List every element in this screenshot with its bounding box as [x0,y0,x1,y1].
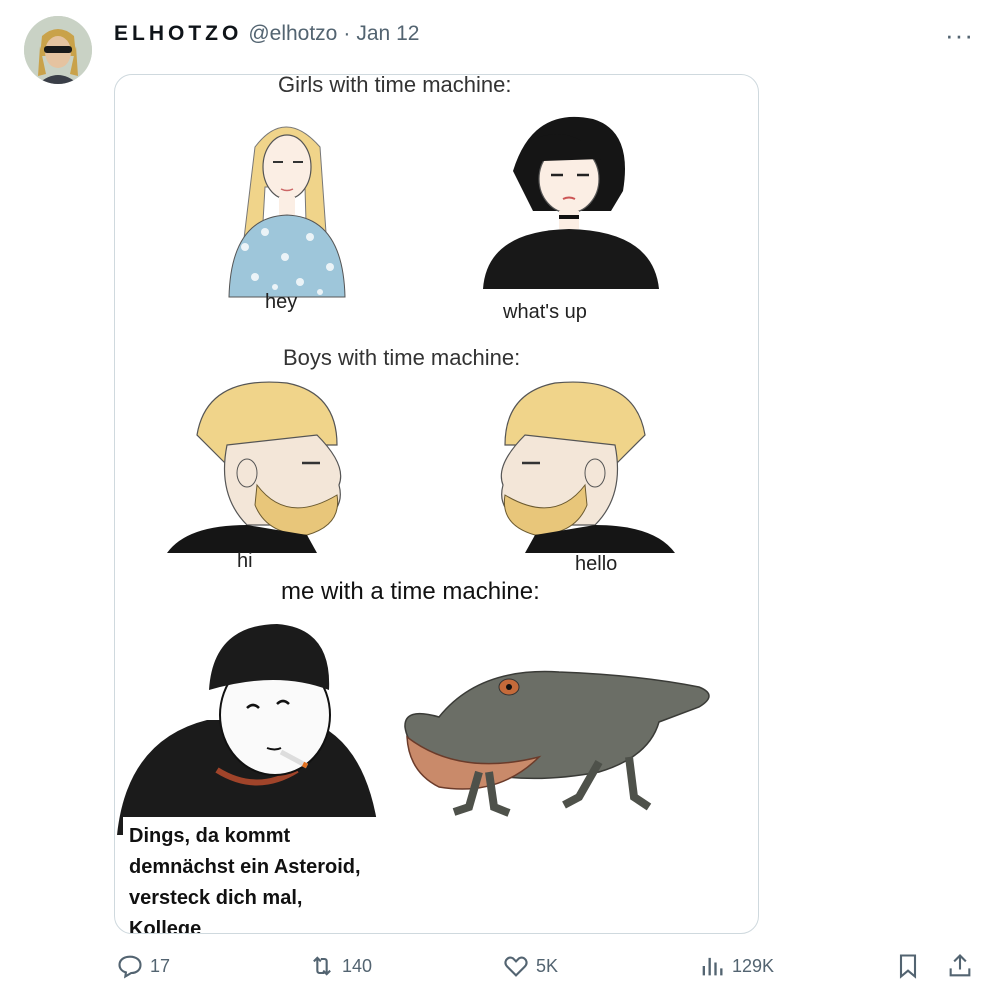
views-icon [702,957,723,976]
action-bar: 17 140 5K 129K [0,952,1000,992]
timestamp[interactable]: Jan 12 [356,22,419,46]
reply-icon [118,955,142,979]
display-name[interactable]: ELHOTZO [114,22,242,46]
more-icon[interactable]: ··· [945,20,974,51]
repost-button[interactable]: 140 [308,952,372,980]
share-icon [949,954,971,977]
caption-line: versteck dich mal, [129,887,303,909]
boy2-label: hello [575,553,618,575]
caption-line: Dings, da kommt [129,825,291,847]
girl2-label: what's up [503,301,587,323]
doomer-caption: Dings, da kommt demnächst ein Asteroid, … [123,817,427,934]
like-icon [504,956,528,977]
separator-dot: · [343,22,351,45]
blonde-girl-illustration [228,126,346,298]
reply-button[interactable]: 17 [116,952,170,980]
boy1-label: hi [237,550,253,572]
boys-header: Boys with time machine: [283,345,521,370]
chad-left-illustration [167,381,342,553]
avatar-image [24,16,92,84]
bookmark-icon [899,954,917,979]
caption-line: Kollege [129,918,202,934]
tweet-media[interactable]: Girls with time machine: hey what's up B… [114,74,759,934]
like-button[interactable]: 5K [502,952,558,980]
avatar[interactable] [24,16,92,84]
tweet-header: ELHOTZO @elhotzo · Jan 12 [114,20,419,48]
girl1-label: hey [265,291,298,313]
reply-count: 17 [150,955,171,976]
bookmark-button[interactable] [894,952,922,980]
goth-girl-illustration [483,116,659,289]
repost-count: 140 [342,955,373,976]
like-count: 5K [536,955,559,976]
doomer-illustration [117,624,379,835]
girls-header: Girls with time machine: [278,74,512,97]
caption-line: demnächst ein Asteroid, [129,856,361,878]
views-button[interactable]: 129K [698,952,774,980]
repost-icon [313,956,331,976]
views-count: 129K [732,955,775,976]
me-header: me with a time machine: [281,578,540,605]
amphibian-illustration [404,670,710,817]
share-button[interactable] [946,952,974,980]
chad-right-illustration [500,381,675,553]
handle[interactable]: @elhotzo [248,22,337,46]
